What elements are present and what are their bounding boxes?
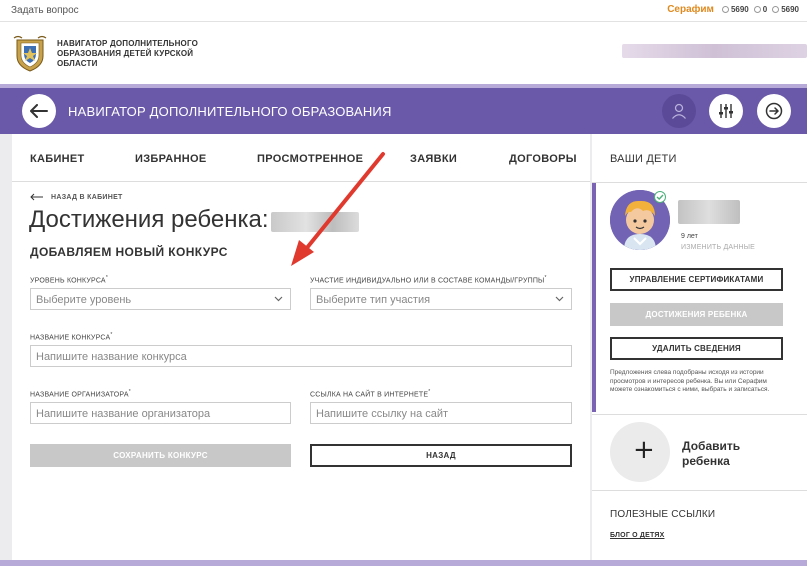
delete-data-button[interactable]: УДАЛИТЬ СВЕДЕНИЯ: [610, 337, 783, 360]
coat-of-arms-logo[interactable]: [12, 34, 48, 72]
chevron-down-icon: [274, 296, 283, 302]
arrow-left-icon: [30, 193, 43, 201]
divider: [592, 414, 807, 415]
website-label: ССЫЛКА НА САЙТ В ИНТЕРНЕТЕ*: [310, 389, 431, 399]
chevron-down-icon: [555, 296, 564, 302]
back-link-label: НАЗАД В КАБИНЕТ: [51, 193, 123, 201]
logout-button[interactable]: [757, 94, 791, 128]
navigation-title: НАВИГАТОР ДОПОЛНИТЕЛЬНОГО ОБРАЗОВАНИЯ: [68, 104, 392, 119]
brand-name: НАВИГАТОР ДОПОЛНИТЕЛЬНОГО ОБРАЗОВАНИЯ ДЕ…: [57, 39, 199, 68]
participation-select[interactable]: Выберите тип участия: [310, 288, 572, 310]
divider: [592, 490, 807, 491]
recommendation-note: Предложения слева подобраны исходя из ис…: [610, 369, 770, 393]
ask-question-link[interactable]: Задать вопрос: [11, 5, 79, 16]
user-icon: [672, 103, 686, 119]
tab-contracts[interactable]: ДОГОВОРЫ: [509, 153, 577, 165]
balance-3: 5690: [772, 5, 799, 14]
user-name-redacted: [622, 44, 807, 58]
child-name-redacted: [271, 212, 359, 232]
balance-area: Серафим 5690 0 5690: [667, 4, 799, 15]
add-child-label[interactable]: Добавить ребенка: [682, 439, 740, 469]
tab-cabinet[interactable]: КАБИНЕТ: [30, 153, 85, 165]
coin-icon: [753, 6, 761, 13]
balance-2: 0: [753, 5, 767, 14]
cabinet-tabs: КАБИНЕТ ИЗБРАННОЕ ПРОСМОТРЕННОЕ ЗАЯВКИ Д…: [12, 134, 590, 182]
child-achievements-button[interactable]: ДОСТИЖЕНИЯ РЕБЕНКА: [610, 303, 783, 326]
exit-icon: [765, 102, 783, 120]
level-select[interactable]: Выберите уровень: [30, 288, 291, 310]
edit-data-link[interactable]: ИЗМЕНИТЬ ДАННЫЕ: [681, 244, 755, 251]
contest-name-label: НАЗВАНИЕ КОНКУРСА*: [30, 332, 113, 342]
arrow-left-icon: [30, 104, 48, 118]
back-to-cabinet-link[interactable]: НАЗАД В КАБИНЕТ: [30, 193, 123, 201]
site-header: НАВИГАТОР ДОПОЛНИТЕЛЬНОГО ОБРАЗОВАНИЯ ДЕ…: [0, 22, 807, 84]
filter-button[interactable]: [709, 94, 743, 128]
contest-name-input[interactable]: Напишите название конкурса: [30, 345, 572, 367]
profile-button[interactable]: [662, 94, 696, 128]
child-age: 9 лет: [681, 233, 698, 240]
manage-certificates-button[interactable]: УПРАВЛЕНИЕ СЕРТИФИКАТАМИ: [610, 268, 783, 291]
organizer-label: НАЗВАНИЕ ОРГАНИЗАТОРА*: [30, 389, 131, 399]
child-name-redacted: [678, 200, 740, 224]
back-button-form[interactable]: НАЗАД: [310, 444, 572, 467]
page-title: Достижения ребенка:: [29, 206, 269, 233]
tab-applications[interactable]: ЗАЯВКИ: [410, 153, 457, 165]
tab-viewed[interactable]: ПРОСМОТРЕННОЕ: [257, 153, 363, 165]
tab-favorites[interactable]: ИЗБРАННОЕ: [135, 153, 207, 165]
footer-stripe: [0, 560, 807, 566]
currency-name: Серафим: [667, 4, 714, 15]
blog-link[interactable]: БЛОГ О ДЕТЯХ: [610, 532, 664, 539]
main-panel: КАБИНЕТ ИЗБРАННОЕ ПРОСМОТРЕННОЕ ЗАЯВКИ Д…: [12, 134, 590, 560]
check-icon: [654, 191, 666, 203]
back-button[interactable]: [22, 94, 56, 128]
organizer-input[interactable]: Напишите название организатора: [30, 402, 291, 424]
useful-links-heading: ПОЛЕЗНЫЕ ССЫЛКИ: [610, 509, 716, 520]
coin-icon: [772, 6, 780, 13]
add-child-button[interactable]: +: [610, 422, 670, 482]
navigation-bar: НАВИГАТОР ДОПОЛНИТЕЛЬНОГО ОБРАЗОВАНИЯ: [0, 88, 807, 134]
level-label: УРОВЕНЬ КОНКУРСА*: [30, 275, 108, 285]
top-strip: Задать вопрос Серафим 5690 0 5690: [0, 0, 807, 22]
save-contest-button[interactable]: СОХРАНИТЬ КОНКУРС: [30, 444, 291, 467]
participation-label: УЧАСТИЕ ИНДИВИДУАЛЬНО ИЛИ В СОСТАВЕ КОМА…: [310, 275, 547, 285]
your-children-heading: ВАШИ ДЕТИ: [610, 153, 677, 165]
plus-icon: +: [633, 435, 655, 465]
coin-icon: [721, 6, 729, 13]
sliders-icon: [719, 104, 733, 118]
children-panel: ВАШИ ДЕТИ 9 лет ИЗМЕНИТЬ ДАННЫЕ УПРАВЛЕН…: [592, 134, 807, 560]
form-heading: ДОБАВЛЯЕМ НОВЫЙ КОНКУРС: [30, 245, 228, 259]
website-input[interactable]: Напишите ссылку на сайт: [310, 402, 572, 424]
balance-1: 5690: [721, 5, 749, 14]
